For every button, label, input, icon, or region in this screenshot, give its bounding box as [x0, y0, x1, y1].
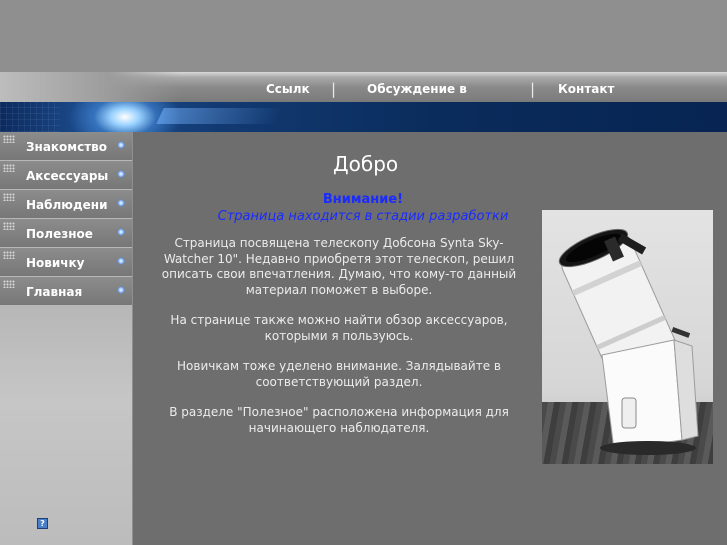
dots-icon: [3, 251, 15, 259]
dots-icon: [3, 164, 15, 172]
sidebar-item-label: Аксессуары: [26, 169, 109, 183]
page-title: Добро: [333, 152, 399, 176]
sidebar-item-label: Наблюдени: [26, 198, 108, 212]
beginners-paragraph: Новичкам тоже уделено внимание. Залядыва…: [177, 359, 501, 389]
bullet-arrow-icon: [116, 285, 126, 295]
bullet-arrow-icon: [116, 256, 126, 266]
dots-icon: [3, 222, 15, 230]
dots-icon: [3, 280, 15, 288]
telescope-photo: [542, 210, 713, 464]
sidebar: Знакомство Аксессуары Наблюдени Полезное…: [0, 132, 132, 545]
main-content: Добро Внимание! Страница находится в ста…: [133, 132, 727, 545]
nav-link-discussion[interactable]: Обсуждение в: [367, 82, 467, 96]
top-area: [0, 0, 727, 72]
dots-icon: [3, 135, 15, 143]
sidebar-item-label: Знакомство: [26, 140, 108, 154]
bullet-arrow-icon: [116, 169, 126, 179]
sidebar-item-label: Главная: [26, 285, 83, 299]
useful-paragraph: В разделе "Полезное" расположена информа…: [169, 405, 509, 435]
telescope-image: [558, 228, 699, 455]
sidebar-item-useful[interactable]: Полезное: [0, 219, 132, 248]
bullet-arrow-icon: [116, 227, 126, 237]
attention-heading: Внимание!: [322, 192, 404, 207]
sidebar-item-beginners[interactable]: Новичку: [0, 248, 132, 277]
help-icon[interactable]: ?: [37, 518, 48, 529]
development-notice: Страница находится в стадии разработки: [217, 209, 509, 224]
sidebar-item-intro[interactable]: Знакомство: [0, 132, 132, 161]
header-banner: [0, 102, 727, 132]
sidebar-item-home[interactable]: Главная: [0, 277, 132, 306]
nav-link-contact[interactable]: Контакт: [558, 82, 615, 96]
top-navbar: Ссылк | Обсуждение в | Контакт: [0, 72, 727, 102]
intro-paragraph: Страница посвящена телескопу Добсона Syn…: [161, 236, 517, 297]
nav-separator: |: [331, 80, 337, 98]
sidebar-item-observations[interactable]: Наблюдени: [0, 190, 132, 219]
dots-icon: [3, 193, 15, 201]
nav-separator: |: [530, 80, 536, 98]
nav-link-links[interactable]: Ссылк: [266, 82, 310, 96]
sidebar-item-accessories[interactable]: Аксессуары: [0, 161, 132, 190]
accessories-paragraph: На странице также можно найти обзор аксе…: [170, 313, 508, 343]
sidebar-item-label: Новичку: [26, 256, 85, 270]
bullet-arrow-icon: [116, 198, 126, 208]
sidebar-item-label: Полезное: [26, 227, 93, 241]
bullet-arrow-icon: [116, 140, 126, 150]
